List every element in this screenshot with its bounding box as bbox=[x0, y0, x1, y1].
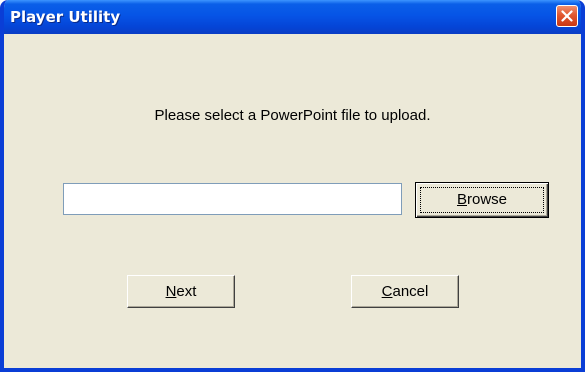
cancel-button[interactable]: Cancel bbox=[351, 275, 459, 308]
cancel-button-label: Cancel bbox=[381, 282, 429, 300]
title-bar[interactable]: Player Utility bbox=[4, 0, 581, 34]
next-button-label: Next bbox=[165, 282, 197, 300]
upload-prompt-text: Please select a PowerPoint file to uploa… bbox=[154, 107, 431, 124]
next-button[interactable]: Next bbox=[127, 275, 235, 308]
browse-button[interactable]: Browse bbox=[415, 182, 549, 218]
close-button[interactable] bbox=[556, 5, 578, 27]
close-icon bbox=[561, 10, 573, 22]
browse-button-label: Browse bbox=[456, 191, 508, 208]
dialog-window: Player Utility Please select a PowerPoin… bbox=[0, 0, 585, 372]
file-path-input[interactable] bbox=[63, 183, 402, 215]
window-title: Player Utility bbox=[10, 8, 121, 26]
